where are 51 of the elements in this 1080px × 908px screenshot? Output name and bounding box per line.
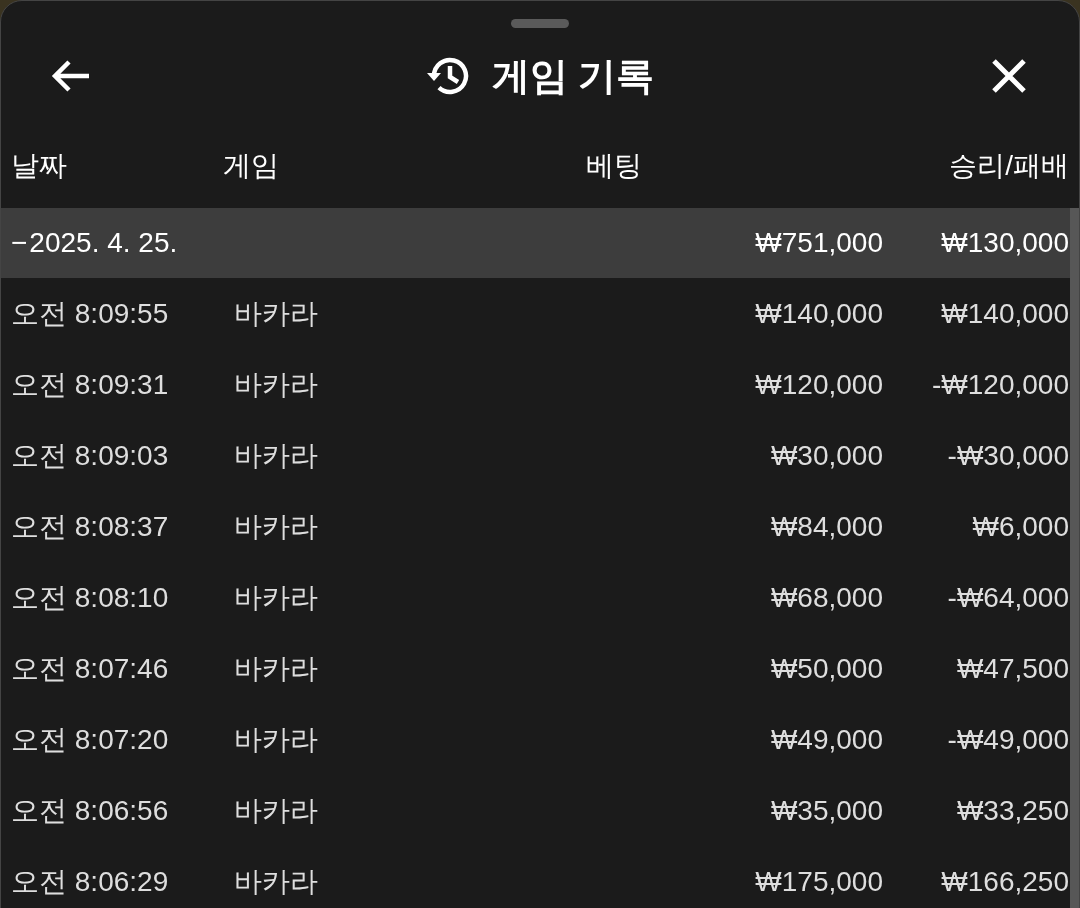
bet-cell-text: ₩140,000 <box>755 296 883 331</box>
scrollbar[interactable] <box>1070 208 1079 908</box>
time-cell-text: 오전 8:09:03 <box>11 438 170 473</box>
bet-cell-text: ₩35,000 <box>770 793 883 828</box>
result-cell-text: -₩120,000 <box>931 367 1069 402</box>
result-cell-text: -₩30,000 <box>946 438 1069 473</box>
time-cell-text: 오전 8:07:20 <box>11 722 170 757</box>
bet-cell-text: ₩49,000 <box>770 722 883 757</box>
result-cell-text: ₩6,000 <box>971 509 1069 544</box>
collapse-toggle[interactable]: − <box>11 222 28 264</box>
time-cell-text: 오전 8:09:31 <box>11 367 170 402</box>
bet-cell-text: ₩68,000 <box>770 580 883 615</box>
time-cell-text: 오전 8:06:29 <box>11 864 170 899</box>
bet-cell-text: ₩50,000 <box>770 651 883 686</box>
group-result-total: ₩130,000 <box>940 226 1069 260</box>
game-cell-text: 바카라 <box>234 509 319 544</box>
result-cell-text: ₩47,500 <box>955 651 1069 686</box>
column-header[interactable]: 날짜 <box>11 145 223 187</box>
dialog-title: 게임 기록 <box>491 53 655 99</box>
result-cell-text: -₩49,000 <box>946 722 1069 757</box>
close-icon <box>991 58 1027 94</box>
result-cell-text: -₩64,000 <box>946 580 1069 615</box>
time-cell-text: 오전 8:08:10 <box>11 580 170 615</box>
game-cell-text: 바카라 <box>234 580 319 615</box>
bet-cell-text: ₩84,000 <box>770 509 883 544</box>
group-row[interactable]: −2025. 4. 25. ₩751,000 ₩130,000 <box>1 208 1070 278</box>
group-date: 2025. 4. 25. <box>29 226 179 260</box>
result-cell-text: ₩33,250 <box>955 793 1069 828</box>
game-cell-text: 바카라 <box>234 438 319 473</box>
bet-cell-text: ₩120,000 <box>755 367 883 402</box>
result-cell-text: ₩166,250 <box>940 864 1069 899</box>
time-cell-text: 오전 8:08:37 <box>11 509 170 544</box>
back-arrow-icon <box>51 59 91 93</box>
history-icon <box>425 55 470 97</box>
game-cell-text: 바카라 <box>234 296 319 331</box>
time-cell-text: 오전 8:07:46 <box>11 651 170 686</box>
game-cell-text: 바카라 <box>234 367 319 402</box>
drag-handle[interactable] <box>511 19 569 28</box>
result-cell-text: ₩140,000 <box>940 296 1069 331</box>
game-cell-text: 바카라 <box>234 864 319 899</box>
column-header[interactable]: 베팅 <box>586 145 950 187</box>
column-header[interactable]: 승리/패배 <box>949 145 1069 187</box>
time-cell-text: 오전 8:06:56 <box>11 793 170 828</box>
game-cell-text: 바카라 <box>234 722 319 757</box>
time-cell-text: 오전 8:09:55 <box>11 296 170 331</box>
game-cell-text: 바카라 <box>234 793 319 828</box>
bet-cell-text: ₩175,000 <box>755 864 883 899</box>
game-cell-text: 바카라 <box>234 651 319 686</box>
group-bet-total: ₩751,000 <box>755 226 883 260</box>
bet-cell-text: ₩30,000 <box>770 438 883 473</box>
column-header[interactable]: 게임 <box>223 145 586 187</box>
